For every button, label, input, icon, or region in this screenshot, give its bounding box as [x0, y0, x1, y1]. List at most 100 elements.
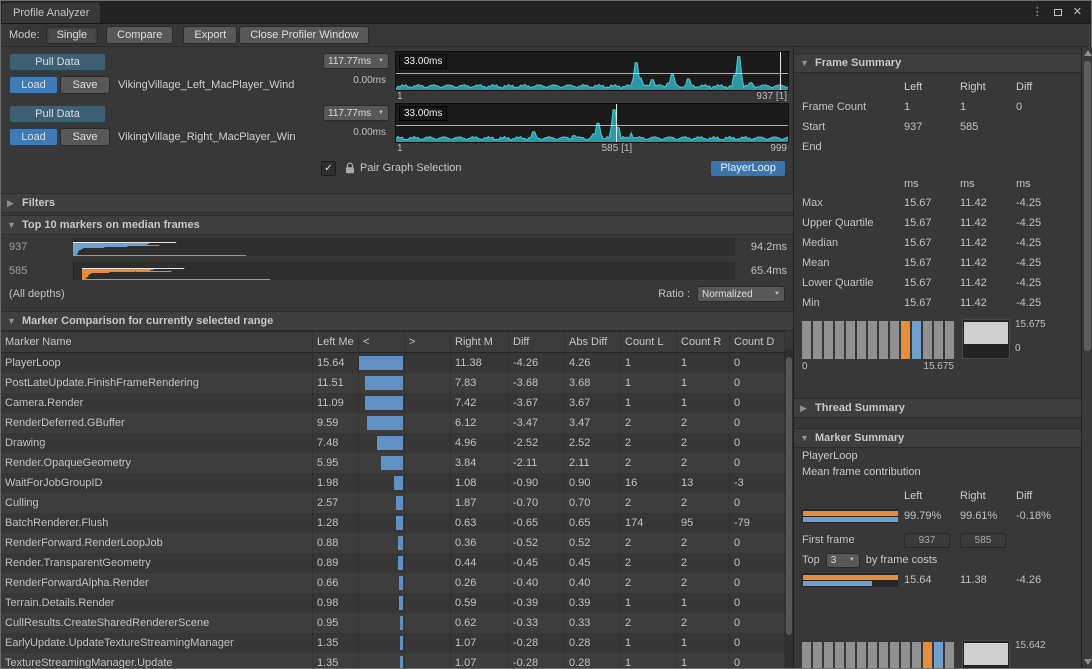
table-row[interactable]: PostLateUpdate.FinishFrameRendering11.51…: [1, 373, 785, 393]
right-scrollbar[interactable]: [1081, 47, 1092, 668]
filters-section-header[interactable]: ▶ Filters: [1, 193, 793, 213]
kebab-menu-icon[interactable]: ⋮: [1032, 7, 1043, 18]
diff-bar: [400, 656, 403, 668]
column-header-count-left[interactable]: Count L: [621, 332, 677, 352]
table-row[interactable]: Render.TransparentGeometry0.890.44-0.450…: [1, 553, 785, 573]
count-left-cell: 2: [621, 573, 677, 593]
count-right-cell: 1: [677, 393, 730, 413]
marker-segment[interactable]: [73, 255, 247, 256]
frame-graph-right[interactable]: 33.00ms: [395, 103, 789, 143]
frame-costs-row: 15.64 11.38 -4.26: [802, 570, 1081, 590]
save-button[interactable]: Save: [60, 76, 110, 94]
load-button[interactable]: Load: [9, 128, 58, 146]
left-ms-cell: 0.88: [313, 533, 359, 553]
column-left: Left: [904, 81, 960, 93]
histogram-axis: 0 15.675: [802, 361, 954, 372]
marker-name-cell: RenderDeferred.GBuffer: [1, 413, 313, 433]
table-row[interactable]: TextureStreamingManager.Update1.351.07-0…: [1, 653, 785, 668]
window-tab[interactable]: Profile Analyzer: [2, 3, 100, 23]
top10-section-header[interactable]: ▼ Top 10 markers on median frames: [1, 215, 793, 235]
column-header-marker-name[interactable]: Marker Name: [1, 332, 313, 352]
column-header-left-ms[interactable]: Left Me: [313, 332, 359, 352]
y-scale-dropdown[interactable]: 117.77ms ▼: [323, 105, 389, 121]
summary-row: Min15.6711.42-4.25: [802, 293, 1081, 313]
comparison-section-header[interactable]: ▼ Marker Comparison for currently select…: [1, 311, 793, 331]
frame-trace: [396, 104, 788, 142]
close-profiler-window-button[interactable]: Close Profiler Window: [239, 26, 369, 44]
count-left-cell: 2: [621, 433, 677, 453]
diff-cell: -0.90: [509, 473, 565, 493]
column-header-count-diff[interactable]: Count D: [730, 332, 785, 352]
summary-value: 0: [1016, 101, 1074, 113]
table-row[interactable]: WaitForJobGroupID1.981.08-0.900.901613-3: [1, 473, 785, 493]
right-scrollbar-thumb[interactable]: [1084, 61, 1091, 351]
column-header-diff[interactable]: Diff: [509, 332, 565, 352]
marker-name-cell: RenderForward.RenderLoopJob: [1, 533, 313, 553]
marker-name-cell: CullResults.CreateSharedRendererScene: [1, 613, 313, 633]
table-scrollbar[interactable]: [785, 349, 793, 668]
column-header-abs-diff[interactable]: Abs Diff: [565, 332, 621, 352]
mode-compare-button[interactable]: Compare: [106, 26, 173, 44]
count-right-cell: 1: [677, 653, 730, 668]
lock-icon[interactable]: [345, 162, 355, 174]
table-row[interactable]: Culling2.571.87-0.700.70220: [1, 493, 785, 513]
marker-summary-header[interactable]: ▼ Marker Summary: [794, 428, 1081, 448]
scroll-down-icon[interactable]: [1084, 659, 1092, 665]
left-bar-cell: [359, 373, 405, 393]
diff-bar: [398, 556, 403, 570]
thread-summary-header[interactable]: ▶ Thread Summary: [794, 398, 1081, 418]
histogram-bar: [912, 642, 921, 668]
load-button[interactable]: Load: [9, 76, 58, 94]
maximize-icon[interactable]: [1054, 9, 1062, 16]
diff-cell: -0.40: [509, 573, 565, 593]
mode-single-button[interactable]: Single: [46, 26, 99, 44]
scroll-up-icon[interactable]: [1084, 50, 1092, 56]
pull-data-button[interactable]: Pull Data: [9, 105, 106, 123]
diff-cell: -0.39: [509, 593, 565, 613]
right-ms-cell: 3.84: [451, 453, 509, 473]
marker-name-cell: Culling: [1, 493, 313, 513]
pull-data-button[interactable]: Pull Data: [9, 53, 106, 71]
table-row[interactable]: Render.OpaqueGeometry5.953.84-2.112.1122…: [1, 453, 785, 473]
table-row[interactable]: RenderForwardAlpha.Render0.660.26-0.400.…: [1, 573, 785, 593]
pair-selection-checkbox[interactable]: ✓: [321, 161, 336, 176]
first-frame-left-button[interactable]: 937: [904, 533, 950, 548]
export-button[interactable]: Export: [183, 26, 237, 44]
diff-cell: -3.67: [509, 393, 565, 413]
table-row[interactable]: Terrain.Details.Render0.980.59-0.390.391…: [1, 593, 785, 613]
first-frame-right-button[interactable]: 585: [960, 533, 1006, 548]
frame-summary-title: Frame Summary: [815, 57, 901, 69]
count-right-cell: 2: [677, 573, 730, 593]
table-row[interactable]: CullResults.CreateSharedRendererScene0.9…: [1, 613, 785, 633]
top-n-dropdown[interactable]: 3 ▼: [826, 553, 860, 568]
left-ms-cell: 1.28: [313, 513, 359, 533]
y-scale-dropdown[interactable]: 117.77ms ▼: [323, 53, 389, 69]
save-button[interactable]: Save: [60, 128, 110, 146]
table-scrollbar-thumb[interactable]: [786, 357, 792, 635]
table-row[interactable]: BatchRenderer.Flush1.280.63-0.650.651749…: [1, 513, 785, 533]
left-ms-cell: 0.66: [313, 573, 359, 593]
frame-graph-left[interactable]: 33.00ms: [395, 51, 789, 91]
axis-max-label: 15.675: [923, 361, 954, 372]
summary-value: 937: [904, 121, 960, 133]
column-header-count-right[interactable]: Count R: [677, 332, 730, 352]
marker-segment[interactable]: [82, 279, 271, 280]
table-row[interactable]: RenderDeferred.GBuffer9.596.12-3.473.472…: [1, 413, 785, 433]
table-row[interactable]: PlayerLoop15.6411.38-4.264.26110: [1, 353, 785, 373]
y-max-label: 117.77ms: [328, 108, 371, 119]
table-row[interactable]: Drawing7.484.96-2.522.52220: [1, 433, 785, 453]
summary-value: 15.67: [904, 197, 960, 209]
table-row[interactable]: Camera.Render11.097.42-3.673.67110: [1, 393, 785, 413]
mode-toolbar: Mode: Single Compare Export Close Profil…: [1, 24, 1091, 47]
column-header-right-bar[interactable]: >: [405, 332, 451, 352]
frame-summary-header[interactable]: ▼ Frame Summary: [794, 53, 1081, 73]
ratio-dropdown[interactable]: Normalized ▼: [697, 286, 785, 302]
diff-bar: [365, 376, 403, 390]
column-header-right-ms[interactable]: Right M: [451, 332, 509, 352]
close-icon[interactable]: ✕: [1073, 7, 1082, 18]
count-left-cell: 2: [621, 533, 677, 553]
table-row[interactable]: EarlyUpdate.UpdateTextureStreamingManage…: [1, 633, 785, 653]
table-row[interactable]: RenderForward.RenderLoopJob0.880.36-0.52…: [1, 533, 785, 553]
column-header-left-bar[interactable]: <: [359, 332, 405, 352]
histogram-bar: [835, 642, 844, 668]
